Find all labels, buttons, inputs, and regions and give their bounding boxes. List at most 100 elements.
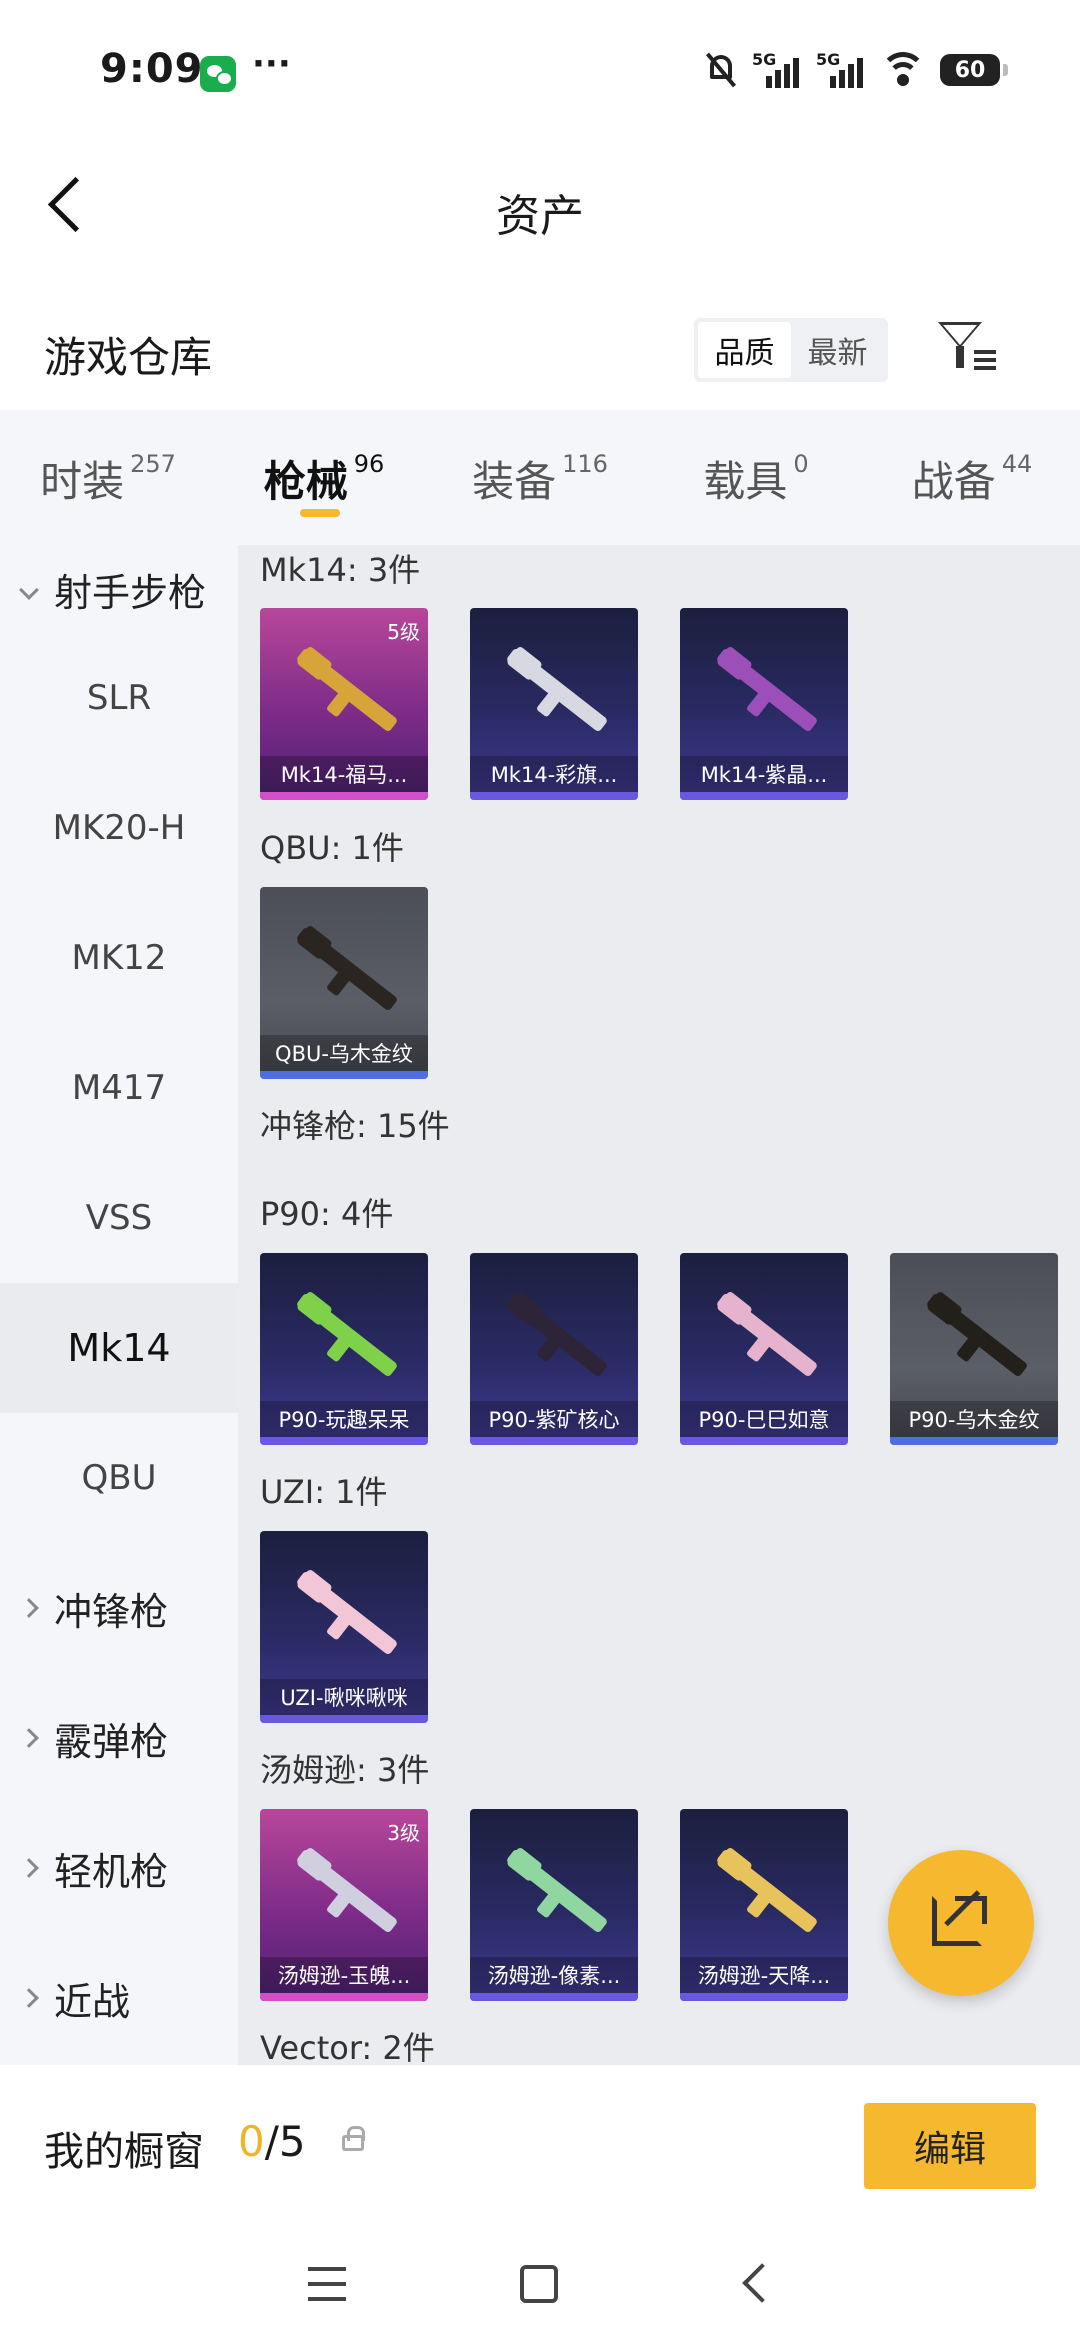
sidebar-item-mk14[interactable]: Mk14 xyxy=(0,1283,238,1413)
sidebar-group-marksman-rifle[interactable]: 射手步枪 xyxy=(0,545,238,633)
sort-quality-option[interactable]: 品质 xyxy=(698,322,791,378)
skin-name: 汤姆逊-天降... xyxy=(680,1957,848,1993)
sidebar-item-mk20h[interactable]: MK20-H xyxy=(0,763,238,893)
skin-card[interactable]: 汤姆逊-天降... xyxy=(680,1809,848,2001)
tab-fashion[interactable]: 时装 257 xyxy=(0,410,216,545)
more-notifications-icon: ··· xyxy=(252,44,291,84)
skin-card[interactable]: P90-紫矿核心 xyxy=(470,1253,638,1445)
group-title-mk14: Mk14: 3件 xyxy=(260,551,421,589)
rarity-bar xyxy=(890,1437,1058,1445)
sidebar-item-qbu[interactable]: QBU xyxy=(0,1413,238,1543)
rifle-image xyxy=(505,647,609,733)
weapon-list: Mk14: 3件 5级 Mk14-福马... Mk14-彩旗... Mk14-紫… xyxy=(238,545,1080,2065)
tab-supplies[interactable]: 战备 44 xyxy=(864,410,1080,545)
smg-image xyxy=(925,1292,1029,1378)
sort-newest-option[interactable]: 最新 xyxy=(791,322,884,378)
showcase-label: 我的橱窗 xyxy=(44,2129,204,2175)
status-bar: 9:09 ··· 5G 5G 60 xyxy=(0,0,1080,140)
skin-name: UZI-啾咪啾咪 xyxy=(260,1679,428,1715)
smg-image xyxy=(715,1848,819,1934)
group-title-smg: 冲锋枪: 15件 xyxy=(260,1107,450,1145)
skin-card[interactable]: P90-玩趣呆呆 xyxy=(260,1253,428,1445)
rarity-bar xyxy=(260,1993,428,2001)
skin-card[interactable]: Mk14-彩旗... xyxy=(470,608,638,800)
mute-bell-icon xyxy=(704,51,738,89)
status-time: 9:09 xyxy=(100,46,204,92)
external-link-icon xyxy=(932,1896,987,1946)
chevron-down-icon xyxy=(19,580,39,600)
sidebar-item-m417[interactable]: M417 xyxy=(0,1023,238,1153)
skin-card[interactable]: QBU-乌木金纹 xyxy=(260,887,428,1079)
battery-icon: 60 xyxy=(940,54,1008,86)
skin-card[interactable]: 5级 Mk14-福马... xyxy=(260,608,428,800)
skin-name: P90-紫矿核心 xyxy=(470,1401,638,1437)
rarity-bar xyxy=(260,1437,428,1445)
smg-image xyxy=(505,1848,609,1934)
level-badge: 5级 xyxy=(387,620,420,644)
sidebar-group-melee[interactable]: 近战 xyxy=(0,1933,238,2063)
skin-name: Mk14-彩旗... xyxy=(470,756,638,792)
group-title-p90: P90: 4件 xyxy=(260,1195,394,1233)
smg-image xyxy=(295,1848,399,1934)
nav-back-icon[interactable] xyxy=(742,2263,782,2303)
lock-icon xyxy=(342,2126,365,2151)
signal-icon-2: 5G xyxy=(816,50,866,90)
tab-equipment[interactable]: 装备 116 xyxy=(432,410,648,545)
skin-card[interactable]: P90-乌木金纹 xyxy=(890,1253,1058,1445)
skin-name: 汤姆逊-像素... xyxy=(470,1957,638,1993)
wechat-notification-icon xyxy=(200,56,236,92)
skin-card[interactable]: 汤姆逊-像素... xyxy=(470,1809,638,2001)
chevron-right-icon xyxy=(19,1728,39,1748)
group-title-qbu: QBU: 1件 xyxy=(260,829,404,867)
smg-image xyxy=(295,1570,399,1656)
system-nav-bar xyxy=(0,2225,1080,2347)
chevron-right-icon xyxy=(19,1598,39,1618)
skin-name: P90-玩趣呆呆 xyxy=(260,1401,428,1437)
rifle-image xyxy=(295,647,399,733)
share-fab-button[interactable] xyxy=(888,1850,1034,1996)
rarity-bar xyxy=(680,792,848,800)
sidebar-item-mk12[interactable]: MK12 xyxy=(0,893,238,1023)
smg-image xyxy=(505,1292,609,1378)
recent-apps-icon[interactable] xyxy=(308,2267,346,2301)
section-title: 游戏仓库 xyxy=(44,333,213,382)
skin-card[interactable]: P90-巳巳如意 xyxy=(680,1253,848,1445)
rarity-bar xyxy=(680,1993,848,2001)
edit-button[interactable]: 编辑 xyxy=(864,2103,1036,2189)
status-icons: 5G 5G 60 xyxy=(704,48,1008,92)
sidebar-group-lmg[interactable]: 轻机枪 xyxy=(0,1803,238,1933)
skin-name: P90-巳巳如意 xyxy=(680,1401,848,1437)
showcase-count: 0/5 xyxy=(238,2117,306,2166)
home-icon[interactable] xyxy=(520,2265,558,2303)
warehouse-header: 游戏仓库 品质 最新 xyxy=(0,300,1080,410)
rifle-image xyxy=(295,926,399,1012)
skin-name: QBU-乌木金纹 xyxy=(260,1035,428,1071)
tab-firearms[interactable]: 枪械 96 xyxy=(216,410,432,545)
skin-card[interactable]: Mk14-紫晶... xyxy=(680,608,848,800)
page-title: 资产 xyxy=(496,191,584,242)
chevron-right-icon xyxy=(19,1858,39,1878)
skin-card[interactable]: 3级 汤姆逊-玉魄... xyxy=(260,1809,428,2001)
chevron-right-icon xyxy=(19,1988,39,2008)
sidebar-item-slr[interactable]: SLR xyxy=(0,633,238,763)
skin-card[interactable]: UZI-啾咪啾咪 xyxy=(260,1531,428,1723)
skin-name: 汤姆逊-玉魄... xyxy=(260,1957,428,1993)
filter-icon[interactable] xyxy=(934,316,1000,380)
rarity-bar xyxy=(260,1071,428,1079)
rifle-image xyxy=(715,647,819,733)
skin-name: P90-乌木金纹 xyxy=(890,1401,1058,1437)
sidebar-group-smg[interactable]: 冲锋枪 xyxy=(0,1543,238,1673)
showcase-bar: 我的橱窗 0/5 编辑 xyxy=(0,2065,1080,2225)
tab-vehicles[interactable]: 载具 0 xyxy=(648,410,864,545)
app-header: 资产 xyxy=(0,140,1080,270)
sidebar-group-shotgun[interactable]: 霰弹枪 xyxy=(0,1673,238,1803)
sidebar-item-vss[interactable]: VSS xyxy=(0,1153,238,1283)
wifi-icon xyxy=(880,50,926,90)
skin-name: Mk14-紫晶... xyxy=(680,756,848,792)
signal-icon: 5G xyxy=(752,50,802,90)
rarity-bar xyxy=(470,1437,638,1445)
level-badge: 3级 xyxy=(387,1821,420,1845)
smg-image xyxy=(295,1292,399,1378)
sort-toggle[interactable]: 品质 最新 xyxy=(694,318,888,382)
rarity-bar xyxy=(260,1715,428,1723)
